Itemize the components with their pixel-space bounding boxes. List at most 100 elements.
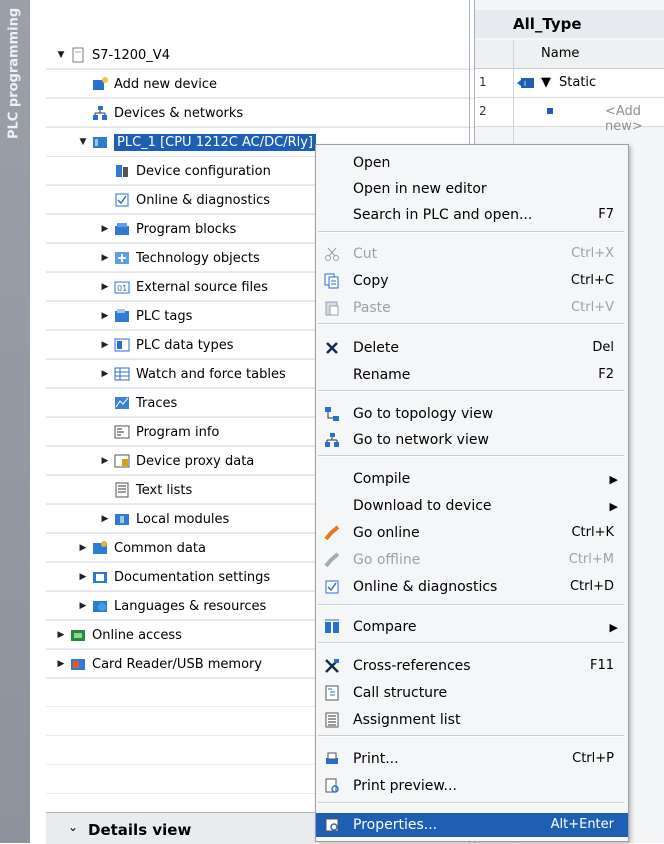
menu-item: Paste Ctrl+V [316, 296, 628, 320]
tree-item[interactable]: Add new device [46, 70, 502, 99]
tree-item[interactable]: Devices & networks [46, 99, 502, 128]
menu-item-label: Online & diagnostics [353, 579, 498, 595]
plc-tags-icon [115, 309, 129, 322]
tree-item-label: Program blocks [136, 221, 237, 237]
menu-item-shortcut: Ctrl+K [571, 525, 614, 540]
menu-item[interactable]: Compile ▶ [316, 467, 628, 491]
menu-item-label: Go to topology view [353, 406, 494, 422]
menu-item-label: Cross-references [353, 658, 471, 674]
arrow-placeholder [100, 485, 110, 495]
menu-item-shortcut: F2 [598, 367, 614, 382]
collapse-arrow-icon[interactable]: ▶ [100, 514, 110, 524]
tree-item-label: Program info [136, 424, 220, 440]
assignment-list-icon [325, 712, 339, 728]
menu-item[interactable]: Go online Ctrl+K [316, 521, 628, 545]
sidebar: PLC programming [0, 0, 30, 843]
plc-icon [93, 137, 107, 148]
sidebar-title[interactable]: PLC programming [3, 8, 25, 188]
details-view-label: Details view [88, 821, 192, 839]
tree-item-label: Device configuration [136, 163, 271, 179]
menu-item-label: Compare [353, 619, 417, 635]
menu-item[interactable]: Open in new editor [316, 177, 628, 201]
menu-item-shortcut: F11 [589, 658, 614, 673]
call-structure-icon [325, 685, 339, 701]
tree-item-label: Languages & resources [114, 598, 267, 614]
collapse-arrow-icon[interactable]: ▶ [100, 340, 110, 350]
table-title: All_Type [475, 10, 664, 38]
expand-arrow-icon[interactable]: ▼ [56, 50, 66, 60]
collapse-arrow-icon[interactable]: ▶ [100, 253, 110, 263]
text-lists-icon [115, 482, 129, 498]
row-expand-arrow[interactable]: ▼ [541, 75, 551, 90]
collapse-arrow-icon[interactable]: ▶ [56, 659, 66, 669]
row-number: 1 [479, 75, 487, 89]
menu-separator [318, 642, 624, 644]
column-name-header[interactable]: Name [541, 46, 579, 61]
add-new-placeholder[interactable]: <Add new> [605, 104, 664, 134]
table-row[interactable]: 1 I ▼ Static [475, 69, 664, 98]
local-modules-icon [115, 514, 129, 525]
menu-item-shortcut: Ctrl+D [569, 579, 614, 594]
program-blocks-icon [115, 223, 129, 235]
menu-item[interactable]: Rename F2 [316, 363, 628, 387]
menu-item-label: Properties... [353, 817, 438, 833]
menu-item[interactable]: Cross-references F11 [316, 654, 628, 678]
compare-icon [325, 619, 339, 633]
cut-icon [325, 247, 339, 261]
menu-item[interactable]: Print... Ctrl+P [316, 747, 628, 771]
print-preview-icon [325, 778, 339, 793]
menu-separator [318, 735, 624, 737]
menu-item-label: Go online [353, 525, 420, 541]
collapse-arrow-icon[interactable]: ▶ [100, 224, 110, 234]
tree-item-label: Text lists [136, 482, 193, 498]
collapse-arrow-icon[interactable]: ▶ [78, 572, 88, 582]
menu-item[interactable]: Print preview... [316, 774, 628, 798]
collapse-arrow-icon[interactable]: ▶ [100, 282, 110, 292]
collapse-arrow-icon[interactable]: ▶ [100, 369, 110, 379]
menu-item-label: Go offline [353, 552, 421, 568]
tree-item[interactable]: ▼ S7-1200_V4 [46, 41, 480, 70]
interface-icon: I [517, 78, 534, 88]
device-config-icon [116, 165, 128, 177]
menu-item[interactable]: Properties... Alt+Enter [316, 813, 628, 837]
collapse-arrow-icon[interactable]: ▶ [78, 543, 88, 553]
chevron-down-icon[interactable]: ⌄ [68, 820, 78, 834]
submenu-arrow-icon: ▶ [609, 500, 618, 513]
tree-item-label: Devices & networks [114, 105, 244, 121]
submenu-arrow-icon: ▶ [609, 621, 618, 634]
menu-item-shortcut: F7 [598, 207, 614, 222]
menu-item[interactable]: Compare ▶ [316, 615, 628, 639]
collapse-arrow-icon[interactable]: ▶ [100, 456, 110, 466]
menu-item[interactable]: Search in PLC and open... F7 [316, 203, 628, 227]
documentation-icon [93, 572, 107, 583]
menu-item[interactable]: Copy Ctrl+C [316, 269, 628, 293]
menu-item[interactable]: Go to topology view [316, 402, 628, 426]
details-view-bar[interactable]: ⌄ Details view [46, 812, 316, 844]
tree-item-label: Add new device [114, 76, 218, 92]
project-icon [72, 47, 84, 63]
menu-item[interactable]: Delete Del [316, 336, 628, 360]
collapse-arrow-icon[interactable]: ▶ [100, 311, 110, 321]
table-row[interactable]: 2 <Add new> [475, 98, 664, 134]
menu-item[interactable]: Open [316, 151, 628, 175]
tree-item-label: PLC_1 [CPU 1212C AC/DC/Rly] [114, 133, 316, 151]
menu-item[interactable]: Go to network view [316, 428, 628, 452]
menu-item[interactable]: Assignment list [316, 708, 628, 732]
menu-item-shortcut: Ctrl+X [571, 246, 614, 261]
menu-item-label: Compile [353, 471, 411, 487]
menu-item-shortcut: Ctrl+M [568, 552, 614, 567]
diagnostics-icon [325, 580, 339, 594]
tree-item-label: Technology objects [136, 250, 260, 266]
arrow-placeholder [78, 79, 88, 89]
arrow-placeholder [100, 398, 110, 408]
topology-icon [325, 407, 339, 421]
menu-item-label: Print... [353, 751, 399, 767]
collapse-arrow-icon[interactable]: ▶ [78, 601, 88, 611]
expand-arrow-icon[interactable]: ▼ [78, 137, 88, 147]
menu-item[interactable]: Download to device ▶ [316, 494, 628, 518]
external-source-icon: 01 [114, 281, 130, 294]
menu-item[interactable]: Online & diagnostics Ctrl+D [316, 575, 628, 599]
menu-item[interactable]: Call structure [316, 681, 628, 705]
collapse-arrow-icon[interactable]: ▶ [56, 630, 66, 640]
menu-item-label: Cut [353, 246, 378, 262]
